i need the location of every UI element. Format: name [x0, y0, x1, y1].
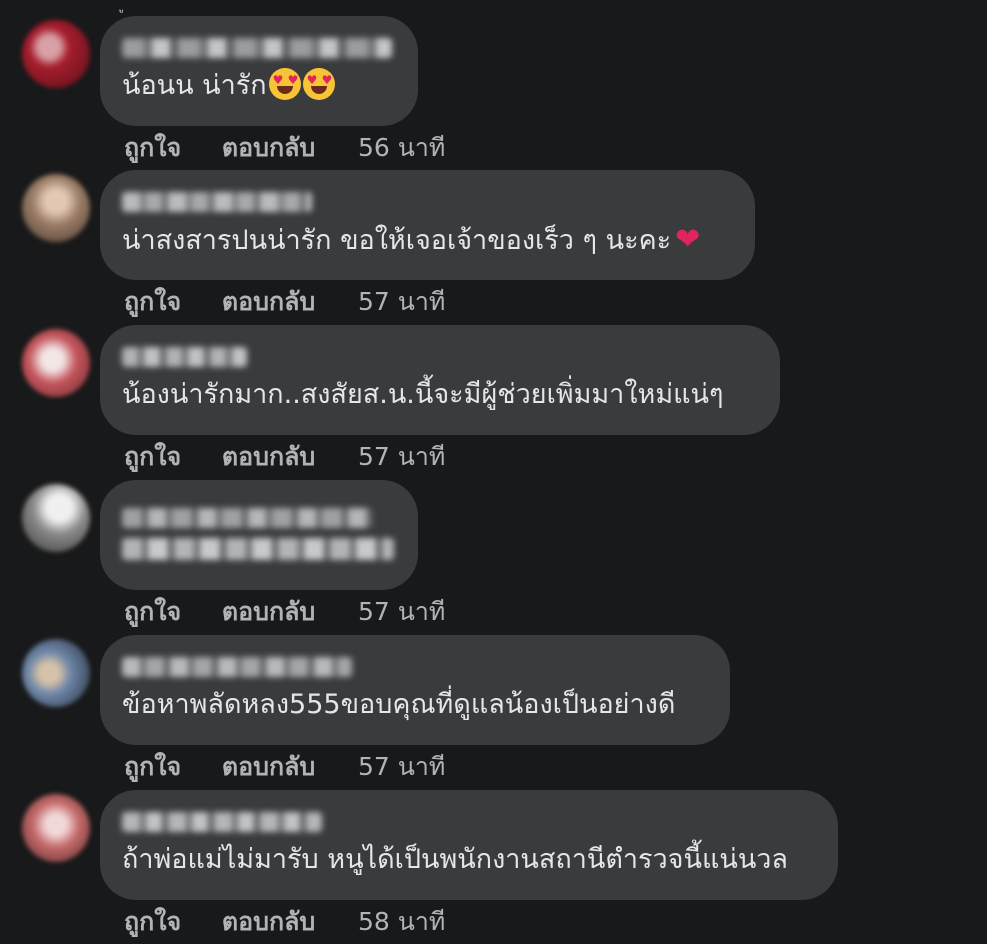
comment-bubble: น้องน่ารักมาก..สงสัยส.น.นี้จะมีผู้ช่วยเพ… — [100, 325, 780, 435]
red-heart-emoji: ❤ — [675, 222, 701, 257]
reply-button[interactable]: ตอบกลับ — [222, 747, 315, 787]
comment-actions: ถูกใจ ตอบกลับ 57 นาที — [124, 747, 445, 787]
timestamp[interactable]: 58 นาที — [358, 902, 445, 942]
comment-actions: ถูกใจ ตอบกลับ 57 นาที — [124, 437, 445, 477]
comment-actions: ถูกใจ ตอบกลับ 56 นาที — [124, 128, 445, 168]
timestamp[interactable]: 56 นาที — [358, 128, 445, 168]
comment-bubble: น้อนน น่ารัก ♥ ♥ ♥ ♥ — [100, 16, 418, 126]
comment-bubble: ข้อหาพลัดหลง555ขอบคุณที่ดูแลน้องเป็นอย่า… — [100, 635, 730, 745]
avatar[interactable] — [22, 639, 90, 707]
avatar[interactable] — [22, 20, 90, 88]
like-button[interactable]: ถูกใจ — [124, 592, 181, 632]
heart-eyes-emoji: ♥ ♥ — [268, 68, 301, 100]
like-button[interactable]: ถูกใจ — [124, 282, 181, 322]
timestamp[interactable]: 57 นาที — [358, 437, 445, 477]
author-name[interactable] — [122, 657, 352, 677]
comment-bubble: ถ้าพ่อแม่ไม่มารับ หนูได้เป็นพนักงานสถานี… — [100, 790, 838, 900]
comment-text: ข้อหาพลัดหลง555ขอบคุณที่ดูแลน้องเป็นอย่า… — [122, 687, 704, 723]
comments-feed: ู น้อนน น่ารัก♥♥♥♥ ถูกใจ ตอบกลับ 56 นาที… — [0, 0, 987, 944]
comment-body: น้องน่ารักมาก..สงสัยส.น.นี้จะมีผู้ช่วยเพ… — [122, 379, 724, 410]
comment-actions: ถูกใจ ตอบกลับ 58 นาที — [124, 902, 445, 942]
reply-button[interactable]: ตอบกลับ — [222, 437, 315, 477]
author-name[interactable] — [122, 38, 392, 58]
comment-bubble: น่าสงสารปนน่ารัก ขอให้เจอเจ้าของเร็ว ๆ น… — [100, 170, 755, 280]
comment-text: น้อนน น่ารัก ♥ ♥ ♥ ♥ — [122, 68, 392, 104]
comment-text: น่าสงสารปนน่ารัก ขอให้เจอเจ้าของเร็ว ๆ น… — [122, 222, 729, 259]
timestamp[interactable]: 57 นาที — [358, 747, 445, 787]
avatar[interactable] — [22, 174, 90, 242]
avatar[interactable] — [22, 794, 90, 862]
like-button[interactable]: ถูกใจ — [124, 128, 181, 168]
comment-body: ข้อหาพลัดหลง555ขอบคุณที่ดูแลน้องเป็นอย่า… — [122, 689, 676, 720]
comment-bubble — [100, 480, 418, 590]
heart-eyes-emoji: ♥ ♥ — [302, 68, 335, 100]
comment-text: ถ้าพ่อแม่ไม่มารับ หนูได้เป็นพนักงานสถานี… — [122, 842, 812, 878]
like-button[interactable]: ถูกใจ — [124, 747, 181, 787]
author-name[interactable] — [122, 812, 322, 832]
comment-body: น่าสงสารปนน่ารัก ขอให้เจอเจ้าของเร็ว ๆ น… — [122, 225, 672, 256]
reply-button[interactable]: ตอบกลับ — [222, 592, 315, 632]
avatar[interactable] — [22, 484, 90, 552]
reply-button[interactable]: ตอบกลับ — [222, 128, 315, 168]
like-button[interactable]: ถูกใจ — [124, 437, 181, 477]
comment-actions: ถูกใจ ตอบกลับ 57 นาที — [124, 592, 445, 632]
blurred-comment-text — [122, 538, 394, 560]
comment-actions: ถูกใจ ตอบกลับ 57 นาที — [124, 282, 445, 322]
timestamp[interactable]: 57 นาที — [358, 282, 445, 322]
reply-button[interactable]: ตอบกลับ — [222, 282, 315, 322]
author-name[interactable] — [122, 192, 312, 212]
timestamp[interactable]: 57 นาที — [358, 592, 445, 632]
comment-body: ถ้าพ่อแม่ไม่มารับ หนูได้เป็นพนักงานสถานี… — [122, 844, 788, 875]
author-name[interactable] — [122, 347, 247, 367]
like-button[interactable]: ถูกใจ — [124, 902, 181, 942]
comment-body: น้อนน น่ารัก — [122, 70, 267, 101]
reply-button[interactable]: ตอบกลับ — [222, 902, 315, 942]
comment-text: น้องน่ารักมาก..สงสัยส.น.นี้จะมีผู้ช่วยเพ… — [122, 377, 754, 413]
avatar[interactable] — [22, 329, 90, 397]
author-name[interactable] — [122, 508, 372, 528]
